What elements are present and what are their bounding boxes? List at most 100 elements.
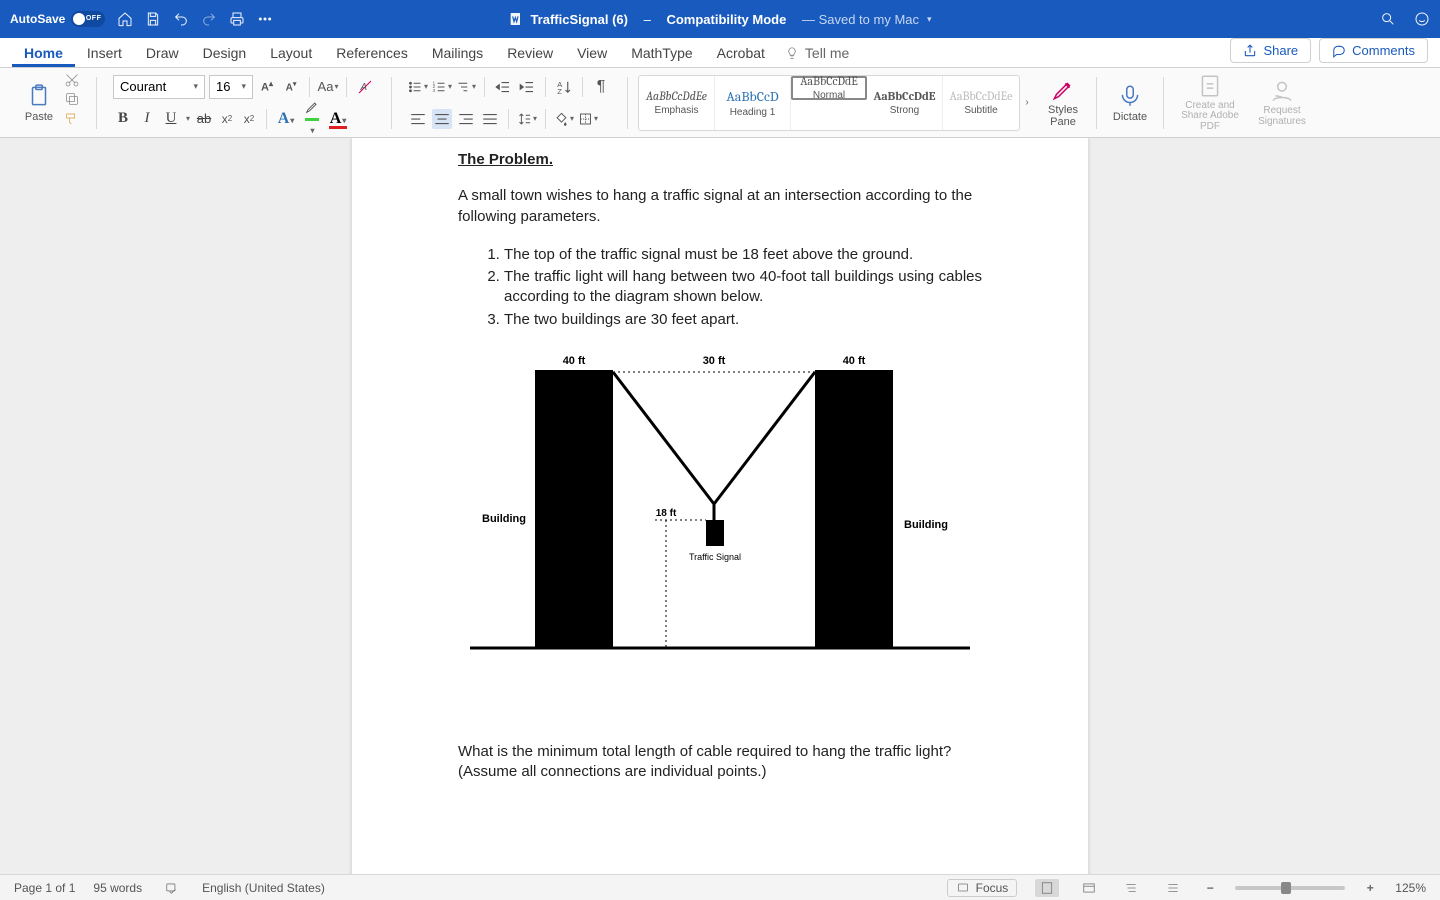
highlight-button[interactable]: ▾ xyxy=(301,99,323,138)
autosave-toggle[interactable]: AutoSave OFF xyxy=(10,11,105,27)
tab-design[interactable]: Design xyxy=(191,41,259,67)
font-size-select[interactable]: 16▾ xyxy=(209,75,253,99)
cut-icon[interactable] xyxy=(64,72,80,88)
font-color-button[interactable]: A▾ xyxy=(327,110,349,128)
list-item: The top of the traffic signal must be 18… xyxy=(504,245,982,265)
chevron-down-icon[interactable]: ▾ xyxy=(927,14,932,25)
justify-icon[interactable] xyxy=(480,109,500,129)
line-spacing-icon[interactable]: ▾ xyxy=(517,109,537,129)
tab-acrobat[interactable]: Acrobat xyxy=(705,41,777,67)
copy-icon[interactable] xyxy=(64,91,80,107)
doc-list: The top of the traffic signal must be 18… xyxy=(504,245,982,330)
status-language[interactable]: English (United States) xyxy=(202,881,325,895)
document-area[interactable]: The Problem. A small town wishes to hang… xyxy=(0,138,1440,874)
superscript-button[interactable]: x2 xyxy=(240,109,258,129)
style-subtitle[interactable]: AaBbCcDdEeSubtitle xyxy=(943,76,1019,130)
tell-me[interactable]: Tell me xyxy=(785,45,849,67)
numbering-icon[interactable]: 123▾ xyxy=(432,77,452,97)
dictate-button[interactable]: Dictate xyxy=(1107,72,1153,134)
tab-insert[interactable]: Insert xyxy=(75,41,134,67)
bullets-icon[interactable]: ▾ xyxy=(408,77,428,97)
zoom-out-button[interactable]: − xyxy=(1203,881,1217,895)
print-layout-view-icon[interactable] xyxy=(1035,879,1059,897)
increase-indent-icon[interactable] xyxy=(517,77,537,97)
paste-button[interactable]: Paste xyxy=(16,72,62,134)
save-icon[interactable] xyxy=(145,11,161,27)
styles-gallery[interactable]: AaBbCcDdEeEmphasis AaBbCcDHeading 1 AaBb… xyxy=(638,75,1020,131)
zoom-in-button[interactable]: + xyxy=(1363,881,1377,895)
font-name-select[interactable]: Courant▾ xyxy=(113,75,205,99)
show-marks-icon[interactable]: ¶ xyxy=(591,77,611,97)
filename: TrafficSignal (6) xyxy=(530,12,628,27)
tab-mathtype[interactable]: MathType xyxy=(619,41,704,67)
feedback-smile-icon[interactable] xyxy=(1414,11,1430,27)
undo-icon[interactable] xyxy=(173,11,189,27)
create-share-pdf-button[interactable]: Create and Share Adobe PDF xyxy=(1174,72,1246,134)
increase-font-icon[interactable]: A▴ xyxy=(257,77,277,97)
lbl-30ft: 30 ft xyxy=(703,355,726,367)
home-icon[interactable] xyxy=(117,11,133,27)
styles-pane-button[interactable]: Styles Pane xyxy=(1040,72,1086,134)
italic-button[interactable]: I xyxy=(137,110,157,127)
decrease-font-icon[interactable]: A▾ xyxy=(281,77,301,97)
tab-review[interactable]: Review xyxy=(495,41,565,67)
styles-more-icon[interactable]: › xyxy=(1020,97,1034,108)
draft-view-icon[interactable] xyxy=(1161,879,1185,897)
svg-text:3: 3 xyxy=(433,87,436,92)
print-icon[interactable] xyxy=(229,11,245,27)
web-layout-view-icon[interactable] xyxy=(1077,879,1101,897)
borders-icon[interactable]: ▾ xyxy=(578,109,598,129)
zoom-percent[interactable]: 125% xyxy=(1395,881,1426,895)
share-button[interactable]: Share xyxy=(1230,38,1311,63)
tab-mailings[interactable]: Mailings xyxy=(420,41,495,67)
lbl-18ft: 18 ft xyxy=(656,508,677,519)
compat-mode: Compatibility Mode xyxy=(666,12,786,27)
align-left-icon[interactable] xyxy=(408,109,428,129)
tab-home[interactable]: Home xyxy=(12,41,75,67)
style-strong[interactable]: AaBbCcDdEStrong xyxy=(867,76,943,130)
tab-draw[interactable]: Draw xyxy=(134,41,191,67)
subscript-button[interactable]: x2 xyxy=(218,109,236,129)
outline-view-icon[interactable] xyxy=(1119,879,1143,897)
search-icon[interactable] xyxy=(1380,11,1396,27)
tab-view[interactable]: View xyxy=(565,41,619,67)
bold-button[interactable]: B xyxy=(113,110,133,127)
share-label: Share xyxy=(1263,43,1298,58)
page[interactable]: The Problem. A small town wishes to hang… xyxy=(352,138,1088,874)
align-center-icon[interactable] xyxy=(432,109,452,129)
tab-layout[interactable]: Layout xyxy=(258,41,324,67)
underline-button[interactable]: U xyxy=(161,110,181,127)
status-words[interactable]: 95 words xyxy=(93,881,142,895)
text-effects-button[interactable]: A▾ xyxy=(275,110,297,128)
list-item: The two buildings are 30 feet apart. xyxy=(504,310,982,330)
shading-icon[interactable]: ▾ xyxy=(554,109,574,129)
zoom-slider[interactable] xyxy=(1235,886,1345,890)
strikethrough-button[interactable]: ab xyxy=(194,111,214,126)
status-page[interactable]: Page 1 of 1 xyxy=(14,881,75,895)
decrease-indent-icon[interactable] xyxy=(493,77,513,97)
style-heading1[interactable]: AaBbCcDHeading 1 xyxy=(715,76,791,130)
comment-icon xyxy=(1332,44,1346,58)
doc-intro: A small town wishes to hang a traffic si… xyxy=(458,186,982,227)
align-right-icon[interactable] xyxy=(456,109,476,129)
word-doc-icon xyxy=(508,11,524,27)
format-painter-icon[interactable] xyxy=(64,110,80,126)
request-signatures-button[interactable]: Request Signatures xyxy=(1252,72,1312,134)
zoom-thumb[interactable] xyxy=(1281,882,1291,894)
sort-icon[interactable]: AZ xyxy=(554,77,574,97)
redo-icon[interactable] xyxy=(201,11,217,27)
focus-button[interactable]: Focus xyxy=(947,879,1018,897)
clear-formatting-icon[interactable]: A xyxy=(355,77,375,97)
multilevel-list-icon[interactable]: ▾ xyxy=(456,77,476,97)
style-normal[interactable]: AaBbCcDdENormal xyxy=(791,76,867,100)
change-case-icon[interactable]: Aa▾ xyxy=(318,77,338,97)
style-emphasis[interactable]: AaBbCcDdEeEmphasis xyxy=(639,76,715,130)
clipboard-group: Paste xyxy=(10,72,86,134)
saved-status[interactable]: — Saved to my Mac xyxy=(802,12,919,27)
comments-label: Comments xyxy=(1352,43,1415,58)
tab-references[interactable]: References xyxy=(324,41,420,67)
spellcheck-icon[interactable] xyxy=(160,879,184,897)
comments-button[interactable]: Comments xyxy=(1319,38,1428,63)
toggle-switch[interactable]: OFF xyxy=(71,11,105,27)
more-icon[interactable] xyxy=(257,11,273,27)
